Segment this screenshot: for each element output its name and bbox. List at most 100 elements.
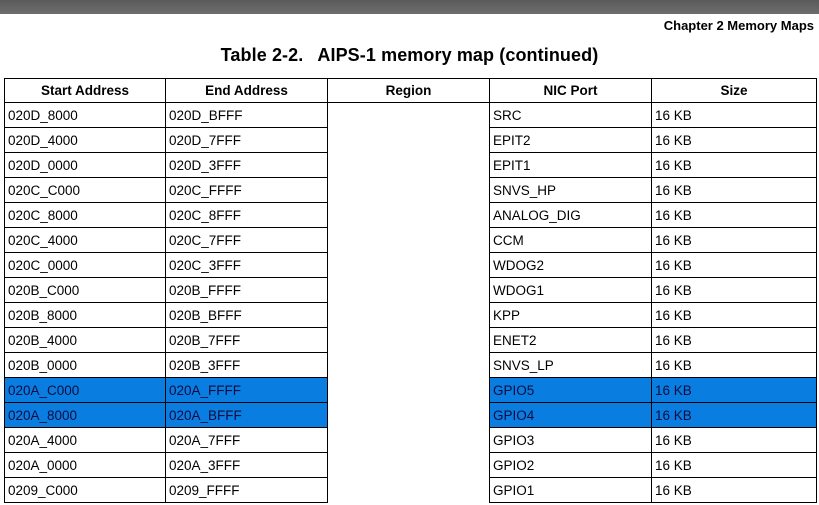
nic-port-cell: GPIO4 [489,402,652,428]
column-header-end-address: End Address [165,78,328,103]
nic-port-cell: EPIT1 [489,152,652,178]
page-header-bar [0,0,819,14]
column-header-region: Region [327,78,490,103]
region-cell [328,303,490,328]
region-cell [328,253,490,278]
start-address-cell: 020C_C000 [4,177,166,203]
end-address-cell: 020C_3FFF [165,252,328,278]
size-cell: 16 KB [651,452,817,478]
nic-port-cell: GPIO2 [489,452,652,478]
end-address-cell: 020D_BFFF [165,102,328,128]
table-row: 020D_4000 020D_7FFF EPIT2 16 KB [4,127,817,153]
size-cell: 16 KB [651,152,817,178]
table-row: 020B_8000 020B_BFFF KPP 16 KB [4,302,817,328]
end-address-cell: 020C_FFFF [165,177,328,203]
size-cell: 16 KB [651,327,817,353]
region-cell [328,103,490,128]
start-address-cell: 0209_C000 [4,477,166,503]
region-cell [328,378,490,403]
nic-port-cell: WDOG2 [489,252,652,278]
table-row: 020A_C000 020A_FFFF GPIO5 16 KB [4,377,817,403]
region-cell [328,228,490,253]
nic-port-cell: WDOG1 [489,277,652,303]
region-cell [328,353,490,378]
nic-port-cell: GPIO1 [489,477,652,503]
table-row: 020C_0000 020C_3FFF WDOG2 16 KB [4,252,817,278]
start-address-cell: 020A_C000 [4,377,166,403]
chapter-heading: Chapter 2 Memory Maps [663,18,814,33]
size-cell: 16 KB [651,427,817,453]
table-row: 020D_8000 020D_BFFF SRC 16 KB [4,102,817,128]
end-address-cell: 020A_FFFF [165,377,328,403]
region-cell [328,478,490,503]
size-cell: 16 KB [651,302,817,328]
region-cell [328,128,490,153]
region-cell [328,428,490,453]
size-cell: 16 KB [651,377,817,403]
size-cell: 16 KB [651,352,817,378]
size-cell: 16 KB [651,402,817,428]
table-row: 020C_4000 020C_7FFF CCM 16 KB [4,227,817,253]
column-header-start-address: Start Address [4,78,166,103]
size-cell: 16 KB [651,102,817,128]
end-address-cell: 020A_3FFF [165,452,328,478]
table-row: 020A_4000 020A_7FFF GPIO3 16 KB [4,427,817,453]
table-row: 020A_0000 020A_3FFF GPIO2 16 KB [4,452,817,478]
start-address-cell: 020A_0000 [4,452,166,478]
nic-port-cell: CCM [489,227,652,253]
region-cell [328,178,490,203]
table-header-row: Start Address End Address Region NIC Por… [4,78,817,103]
start-address-cell: 020C_4000 [4,227,166,253]
region-cell [328,453,490,478]
size-cell: 16 KB [651,177,817,203]
table-row: 020B_0000 020B_3FFF SNVS_LP 16 KB [4,352,817,378]
table-caption: AIPS-1 memory map (continued) [317,45,599,65]
memory-map-table: Start Address End Address Region NIC Por… [4,78,817,503]
end-address-cell: 020B_FFFF [165,277,328,303]
size-cell: 16 KB [651,202,817,228]
nic-port-cell: KPP [489,302,652,328]
end-address-cell: 0209_FFFF [165,477,328,503]
nic-port-cell: ANALOG_DIG [489,202,652,228]
start-address-cell: 020D_0000 [4,152,166,178]
end-address-cell: 020C_8FFF [165,202,328,228]
start-address-cell: 020D_4000 [4,127,166,153]
column-header-size: Size [651,78,817,103]
nic-port-cell: ENET2 [489,327,652,353]
table-row: 020D_0000 020D_3FFF EPIT1 16 KB [4,152,817,178]
size-cell: 16 KB [651,277,817,303]
nic-port-cell: GPIO5 [489,377,652,403]
table-title: Table 2-2. AIPS-1 memory map (continued) [0,45,819,66]
nic-port-cell: GPIO3 [489,427,652,453]
start-address-cell: 020C_8000 [4,202,166,228]
size-cell: 16 KB [651,252,817,278]
region-cell [328,203,490,228]
region-cell [328,403,490,428]
size-cell: 16 KB [651,477,817,503]
table-row: 020C_C000 020C_FFFF SNVS_HP 16 KB [4,177,817,203]
end-address-cell: 020D_3FFF [165,152,328,178]
nic-port-cell: SNVS_LP [489,352,652,378]
nic-port-cell: SNVS_HP [489,177,652,203]
size-cell: 16 KB [651,227,817,253]
table-row: 020A_8000 020A_BFFF GPIO4 16 KB [4,402,817,428]
start-address-cell: 020A_8000 [4,402,166,428]
nic-port-cell: EPIT2 [489,127,652,153]
table-row: 020B_C000 020B_FFFF WDOG1 16 KB [4,277,817,303]
end-address-cell: 020D_7FFF [165,127,328,153]
end-address-cell: 020B_7FFF [165,327,328,353]
start-address-cell: 020C_0000 [4,252,166,278]
table-number: Table 2-2. [220,45,304,65]
start-address-cell: 020B_8000 [4,302,166,328]
start-address-cell: 020B_C000 [4,277,166,303]
size-cell: 16 KB [651,127,817,153]
start-address-cell: 020B_4000 [4,327,166,353]
start-address-cell: 020D_8000 [4,102,166,128]
end-address-cell: 020C_7FFF [165,227,328,253]
start-address-cell: 020A_4000 [4,427,166,453]
table-row: 0209_C000 0209_FFFF GPIO1 16 KB [4,477,817,503]
region-cell [328,153,490,178]
end-address-cell: 020B_3FFF [165,352,328,378]
end-address-cell: 020A_BFFF [165,402,328,428]
region-cell [328,328,490,353]
